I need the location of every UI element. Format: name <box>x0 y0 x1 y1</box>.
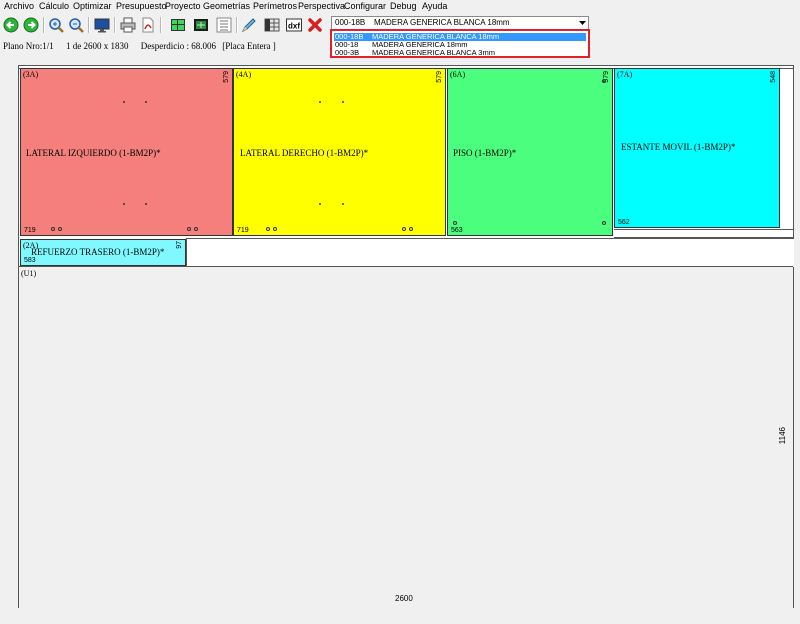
drill-hole <box>342 203 344 205</box>
drill-hole <box>58 227 62 231</box>
toolbar-separator <box>236 17 238 33</box>
piece-4a[interactable]: (4A) 579 LATERAL DERECHO (1-BM2P)* 719 <box>233 68 446 236</box>
piece-width: 563 <box>451 227 463 234</box>
toolbar-separator <box>114 17 116 33</box>
remnant-u1[interactable]: (U1) 1146 2600 <box>19 266 793 608</box>
toolbar-separator <box>160 17 162 33</box>
plan-size: 1 de 2600 x 1830 <box>66 41 129 51</box>
waste-value: Desperdicio : 68.006 <box>140 41 216 51</box>
menu-geometrias[interactable]: Geometrías <box>203 1 250 11</box>
menu-bar: Archivo Cálculo Optimizar Presupuesto Pr… <box>0 0 800 13</box>
sheet-type: [Placa Entera ] <box>222 41 276 51</box>
piece-width: 562 <box>618 219 630 226</box>
piece-7a[interactable]: (7A) 548 ESTANTE MOVIL (1-BM2P)* 562 <box>614 68 780 228</box>
menu-calculo[interactable]: Cálculo <box>39 1 69 11</box>
piece-width: 583 <box>24 257 36 264</box>
monitor-icon[interactable] <box>93 16 111 34</box>
drill-hole <box>409 227 413 231</box>
zoom-in-icon[interactable] <box>47 16 65 34</box>
dxf-icon[interactable]: dxf <box>285 16 303 34</box>
menu-presupuesto[interactable]: Presupuesto <box>116 1 167 11</box>
menu-configurar[interactable]: Configurar <box>344 1 386 11</box>
drill-hole <box>187 227 191 231</box>
drill-hole <box>319 203 321 205</box>
drill-hole <box>266 227 270 231</box>
chevron-down-icon[interactable] <box>577 18 587 28</box>
piece-height: 579 <box>436 71 443 83</box>
table-icon[interactable] <box>263 16 281 34</box>
menu-perimetros[interactable]: Perímetros <box>253 1 297 11</box>
piece-height: 97 <box>176 241 183 249</box>
menu-archivo[interactable]: Archivo <box>4 1 34 11</box>
drill-hole <box>602 221 606 225</box>
drill-hole <box>51 227 55 231</box>
menu-ayuda[interactable]: Ayuda <box>422 1 447 11</box>
option-desc: MADERA GENERICA BLANCA 3mm <box>372 48 495 57</box>
remnant-height: 1146 <box>778 427 787 445</box>
offcut-strip <box>614 229 793 238</box>
forward-arrow-icon[interactable] <box>22 16 40 34</box>
piece-id: (7A) <box>617 70 633 79</box>
remnant-id: (U1) <box>21 269 37 278</box>
toolbar-separator <box>43 17 45 33</box>
drill-hole <box>145 203 147 205</box>
piece-6a[interactable]: (6A) 579 PISO (1-BM2P)* 563 <box>447 68 613 236</box>
material-select-code: 000-18B <box>335 18 366 27</box>
piece-id: (3A) <box>23 70 39 79</box>
piece-name: PISO (1-BM2P)* <box>453 148 517 158</box>
plan-number: Plano Nro:1/1 <box>3 41 54 51</box>
piece-name: LATERAL IZQUIERDO (1-BM2P)* <box>26 148 161 158</box>
back-arrow-icon[interactable] <box>2 16 20 34</box>
menu-optimizar[interactable]: Optimizar <box>73 1 112 11</box>
material-dropdown-list: 000-18B MADERA GENERICA BLANCA 18mm 000-… <box>330 29 590 58</box>
piece-id: (6A) <box>450 70 466 79</box>
piece-height: 548 <box>770 71 777 83</box>
drill-hole <box>273 227 277 231</box>
pdf-icon[interactable] <box>139 16 157 34</box>
drill-hole <box>402 227 406 231</box>
drill-hole <box>145 101 147 103</box>
drill-hole <box>123 203 125 205</box>
pencil-icon[interactable] <box>240 16 258 34</box>
material-option[interactable]: 000-3B MADERA GENERICA BLANCA 3mm <box>334 49 586 57</box>
print-icon[interactable] <box>119 16 137 34</box>
piece-height: 579 <box>223 71 230 83</box>
layout-grid-icon[interactable] <box>169 16 187 34</box>
piece-3a[interactable]: (3A) 579 LATERAL IZQUIERDO (1-BM2P)* 719 <box>20 68 233 236</box>
drill-hole <box>194 227 198 231</box>
piece-name: ESTANTE MOVIL (1-BM2P)* <box>621 142 736 152</box>
zoom-out-icon[interactable] <box>67 16 85 34</box>
menu-proyecto[interactable]: Proyecto <box>165 1 201 11</box>
drill-hole <box>602 79 606 83</box>
piece-2a[interactable]: (2A) 97 REFUERZO TRASERO (1-BM2P)* 583 <box>20 239 186 266</box>
drill-hole <box>319 101 321 103</box>
delete-icon[interactable] <box>306 16 324 34</box>
plan-info-bar: Plano Nro:1/1 1 de 2600 x 1830 Desperdic… <box>3 41 286 51</box>
offcut-strip <box>186 238 794 267</box>
drill-hole <box>342 101 344 103</box>
piece-id: (4A) <box>236 70 252 79</box>
list-view-icon[interactable] <box>215 16 233 34</box>
chip-icon[interactable] <box>192 16 210 34</box>
menu-perspectiva[interactable]: Perspectiva <box>298 1 345 11</box>
piece-name: LATERAL DERECHO (1-BM2P)* <box>240 148 369 158</box>
material-select-desc: MADERA GENERICA BLANCA 18mm <box>374 18 510 27</box>
option-code: 000-3B <box>335 48 360 57</box>
piece-width: 719 <box>237 227 249 234</box>
remnant-width: 2600 <box>395 594 413 603</box>
piece-name: REFUERZO TRASERO (1-BM2P)* <box>31 247 165 257</box>
piece-width: 719 <box>24 227 36 234</box>
menu-debug[interactable]: Debug <box>390 1 417 11</box>
drill-hole <box>123 101 125 103</box>
toolbar-separator <box>88 17 90 33</box>
dxf-label: dxf <box>288 22 300 31</box>
drill-hole <box>453 221 457 225</box>
